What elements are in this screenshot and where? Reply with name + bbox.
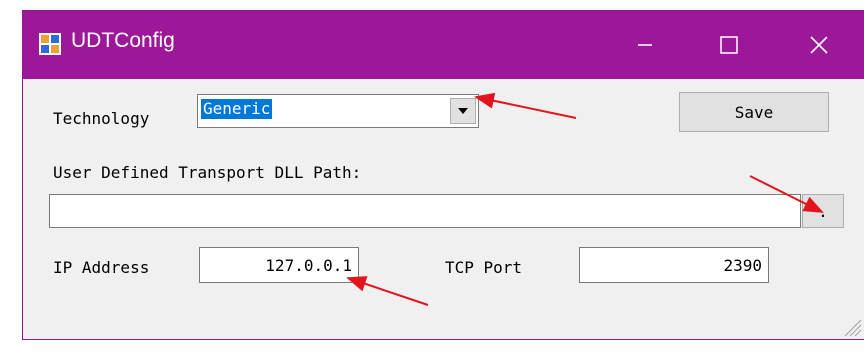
ip-address-value: 127.0.0.1 (265, 256, 352, 275)
window-title: UDTConfig (71, 29, 175, 52)
title-bar[interactable]: UDTConfig (23, 11, 864, 79)
technology-label: Technology (53, 109, 150, 128)
technology-select[interactable]: Generic (197, 94, 479, 128)
chevron-down-icon (458, 108, 468, 114)
udtconfig-window: UDTConfig Technology Generic Save User D… (22, 10, 864, 340)
tcp-port-input[interactable]: 2390 (579, 247, 769, 283)
ip-address-input[interactable]: 127.0.0.1 (199, 247, 359, 283)
technology-selected-value: Generic (201, 99, 273, 119)
browse-button[interactable]: . (802, 194, 844, 228)
maximize-icon (720, 36, 738, 54)
maximize-button[interactable] (697, 11, 761, 79)
dll-path-input[interactable] (49, 194, 801, 228)
app-icon (39, 33, 61, 55)
save-button[interactable]: Save (679, 92, 829, 132)
close-icon (810, 36, 828, 54)
ip-address-label: IP Address (53, 258, 150, 277)
resize-grip-icon[interactable] (840, 315, 862, 337)
tcp-port-value: 2390 (723, 256, 762, 275)
minimize-button[interactable] (613, 11, 677, 79)
tcp-port-label: TCP Port (445, 258, 523, 277)
close-button[interactable] (787, 11, 851, 79)
dll-path-label: User Defined Transport DLL Path: (53, 163, 362, 182)
minimize-icon (638, 44, 652, 46)
dropdown-button[interactable] (450, 98, 476, 124)
